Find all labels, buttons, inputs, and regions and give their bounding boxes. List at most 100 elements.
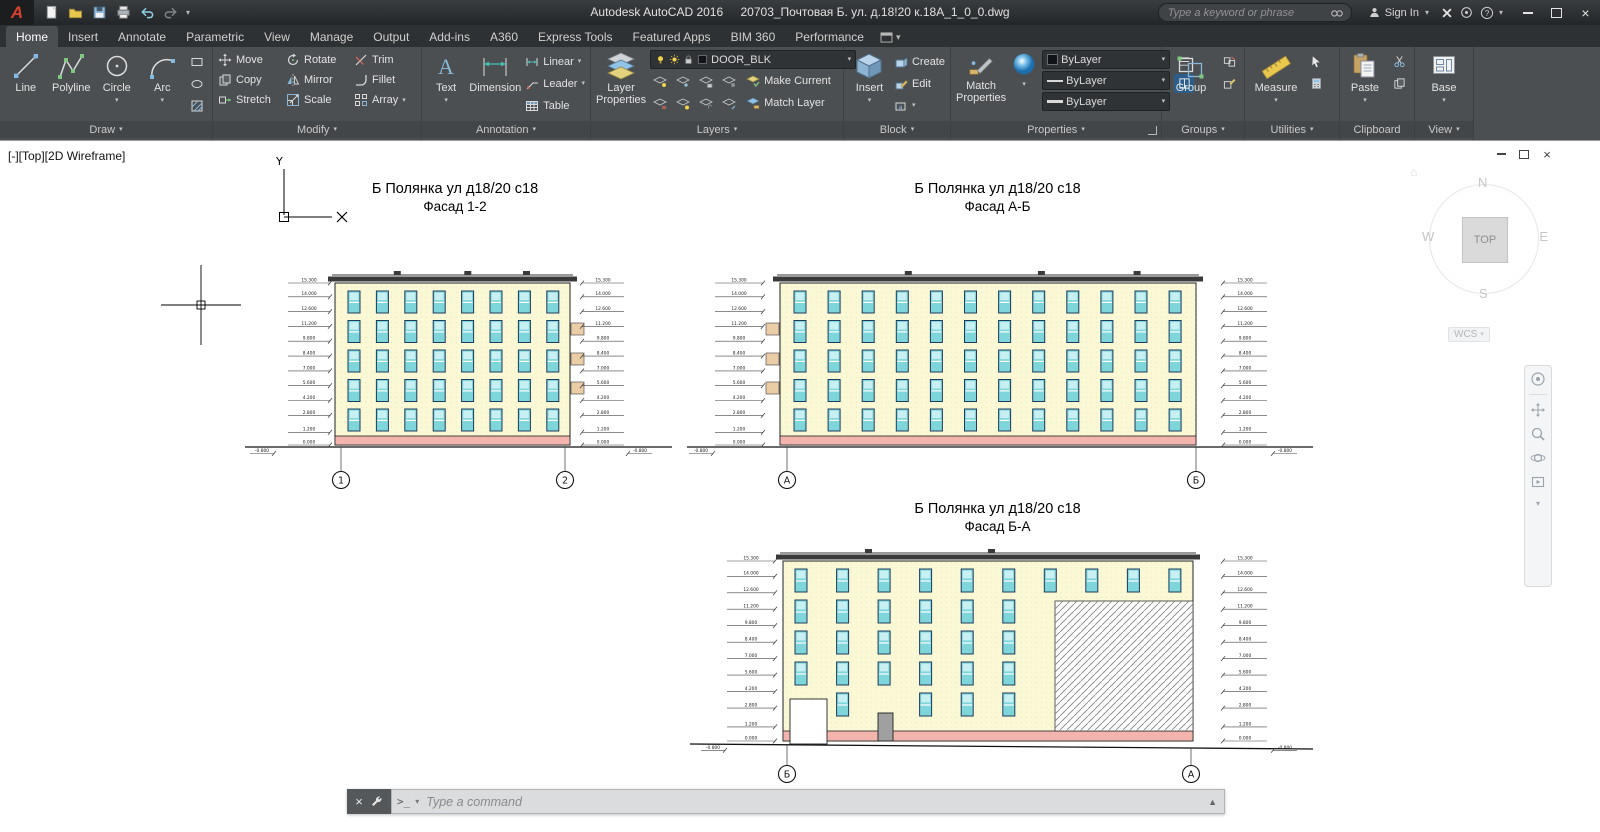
layer-properties-button[interactable]: Layer Properties bbox=[596, 50, 646, 121]
panel-footer-groups[interactable]: Groups ▾ bbox=[1162, 121, 1244, 138]
leader-button[interactable]: Leader ▾ bbox=[525, 74, 585, 93]
tab-bim360[interactable]: BIM 360 bbox=[721, 26, 786, 47]
dropdown-caret-icon[interactable]: ▾ bbox=[160, 97, 164, 104]
dialog-launcher-icon[interactable] bbox=[1148, 126, 1157, 135]
sign-in-button[interactable]: Sign In ▾ bbox=[1368, 6, 1431, 19]
line-button[interactable]: Line bbox=[5, 50, 47, 121]
qat-customize-caret-icon[interactable]: ▾ bbox=[184, 8, 192, 17]
viewcube-home-icon[interactable]: ⌂ bbox=[1410, 165, 1417, 179]
insert-block-button[interactable]: Insert ▾ bbox=[849, 50, 890, 121]
command-input-area[interactable]: >_ ▾ ▲ bbox=[391, 789, 1225, 814]
command-input[interactable] bbox=[424, 793, 1202, 810]
table-button[interactable]: Table bbox=[525, 96, 585, 115]
array-button[interactable]: Array ▾ bbox=[354, 91, 420, 110]
dropdown-caret-icon[interactable]: ▾ bbox=[1363, 97, 1367, 104]
minimize-button[interactable] bbox=[1513, 0, 1542, 25]
tab-insert[interactable]: Insert bbox=[58, 26, 108, 47]
copy-button[interactable]: Copy bbox=[218, 71, 284, 90]
tab-performance[interactable]: Performance bbox=[785, 26, 874, 47]
plot-icon[interactable] bbox=[112, 2, 134, 23]
quick-select-icon[interactable] bbox=[1306, 52, 1326, 71]
paste-button[interactable]: Paste ▾ bbox=[1345, 50, 1385, 121]
create-block-button[interactable]: Create bbox=[894, 52, 945, 71]
dropdown-caret-icon[interactable]: ▾ bbox=[115, 97, 119, 104]
navbar-caret-icon[interactable]: ▾ bbox=[1536, 499, 1540, 508]
viewcube-south[interactable]: S bbox=[1479, 286, 1488, 301]
drawing-restore-icon[interactable] bbox=[1517, 148, 1531, 160]
lineweight-combo[interactable]: ByLayer ▾ bbox=[1042, 92, 1171, 111]
orbit-icon[interactable] bbox=[1529, 449, 1547, 467]
rectangle-tool-icon[interactable] bbox=[187, 52, 207, 71]
layer-isolate-icon[interactable] bbox=[650, 72, 670, 91]
edit-block-button[interactable]: Edit bbox=[894, 74, 945, 93]
full-navigation-wheel-icon[interactable] bbox=[1529, 370, 1547, 388]
linear-dimension-button[interactable]: Linear ▾ bbox=[525, 52, 585, 71]
group-edit-icon[interactable] bbox=[1219, 74, 1239, 93]
help-search-box[interactable] bbox=[1157, 3, 1352, 22]
panel-footer-properties[interactable]: Properties ▾ bbox=[951, 121, 1161, 138]
base-view-button[interactable]: Base ▾ bbox=[1420, 50, 1468, 121]
layer-unisolate-icon[interactable] bbox=[650, 94, 670, 113]
object-color-combo[interactable]: ByLayer ▾ bbox=[1042, 50, 1171, 69]
recent-commands-caret-icon[interactable]: ▾ bbox=[415, 797, 419, 806]
tab-featured-apps[interactable]: Featured Apps bbox=[623, 26, 721, 47]
arc-button[interactable]: Arc ▾ bbox=[142, 50, 184, 121]
layer-lock-icon[interactable] bbox=[696, 72, 716, 91]
drawing-minimize-icon[interactable] bbox=[1494, 148, 1508, 160]
dropdown-caret-icon[interactable]: ▾ bbox=[868, 97, 872, 104]
new-file-icon[interactable] bbox=[40, 2, 62, 23]
layer-walk-icon[interactable] bbox=[719, 94, 739, 113]
tab-add-ins[interactable]: Add-ins bbox=[419, 26, 480, 47]
open-file-icon[interactable] bbox=[64, 2, 86, 23]
command-customize-icon[interactable] bbox=[370, 795, 383, 808]
binoculars-icon[interactable] bbox=[1330, 6, 1344, 20]
wcs-selector[interactable]: WCS ▾ bbox=[1448, 327, 1490, 342]
viewcube[interactable]: ⌂ N W E S TOP bbox=[1410, 165, 1556, 311]
help-icon[interactable]: ? bbox=[1477, 2, 1497, 23]
viewcube-east[interactable]: E bbox=[1539, 229, 1548, 244]
redo-icon[interactable] bbox=[160, 2, 182, 23]
save-icon[interactable] bbox=[88, 2, 110, 23]
communication-center-icon[interactable] bbox=[1457, 2, 1477, 23]
layer-unlock-all-icon[interactable] bbox=[696, 94, 716, 113]
viewcube-west[interactable]: W bbox=[1422, 229, 1434, 244]
help-search-input[interactable] bbox=[1165, 5, 1330, 20]
stretch-button[interactable]: Stretch bbox=[218, 91, 284, 110]
hatch-tool-icon[interactable] bbox=[187, 96, 207, 115]
viewcube-north[interactable]: N bbox=[1478, 175, 1487, 190]
viewcube-top-face[interactable]: TOP bbox=[1462, 217, 1508, 263]
text-button[interactable]: A Text ▾ bbox=[427, 50, 465, 121]
dropdown-caret-icon[interactable]: ▾ bbox=[1274, 97, 1278, 104]
ribbon-display-toggle[interactable]: ▾ bbox=[880, 32, 901, 47]
dropdown-caret-icon[interactable]: ▾ bbox=[402, 97, 406, 104]
tab-manage[interactable]: Manage bbox=[300, 26, 363, 47]
circle-button[interactable]: Circle ▾ bbox=[96, 50, 138, 121]
showmotion-icon[interactable] bbox=[1529, 473, 1547, 491]
move-button[interactable]: Move bbox=[218, 51, 284, 70]
dropdown-caret-icon[interactable]: ▾ bbox=[444, 97, 448, 104]
tab-a360[interactable]: A360 bbox=[480, 26, 528, 47]
linetype-combo[interactable]: ByLayer ▾ bbox=[1042, 71, 1171, 90]
undo-icon[interactable] bbox=[136, 2, 158, 23]
close-button[interactable]: × bbox=[1571, 0, 1600, 25]
layer-thaw-all-icon[interactable] bbox=[673, 94, 693, 113]
dropdown-caret-icon[interactable]: ▾ bbox=[578, 58, 582, 65]
dropdown-caret-icon[interactable]: ▾ bbox=[581, 80, 585, 87]
layer-select-combo[interactable]: DOOR_BLK ▾ bbox=[650, 50, 857, 69]
zoom-icon[interactable] bbox=[1529, 425, 1547, 443]
group-button[interactable]: Group bbox=[1167, 50, 1215, 121]
match-properties-button[interactable]: Match Properties bbox=[956, 50, 1006, 121]
panel-footer-draw[interactable]: Draw ▾ bbox=[0, 121, 212, 138]
tab-annotate[interactable]: Annotate bbox=[108, 26, 176, 47]
tab-parametric[interactable]: Parametric bbox=[176, 26, 254, 47]
tab-home[interactable]: Home bbox=[6, 26, 59, 47]
scale-button[interactable]: Scale bbox=[286, 91, 352, 110]
drawing-close-icon[interactable]: × bbox=[1540, 147, 1554, 162]
edit-attributes-button[interactable]: a ▾ bbox=[894, 96, 945, 115]
fillet-button[interactable]: Fillet bbox=[354, 71, 420, 90]
help-caret-icon[interactable]: ▾ bbox=[1497, 8, 1505, 17]
trim-button[interactable]: Trim bbox=[354, 51, 420, 70]
panel-footer-layers[interactable]: Layers ▾ bbox=[591, 121, 843, 138]
make-current-button[interactable]: Make Current bbox=[746, 72, 831, 91]
cut-icon[interactable] bbox=[1389, 52, 1409, 71]
